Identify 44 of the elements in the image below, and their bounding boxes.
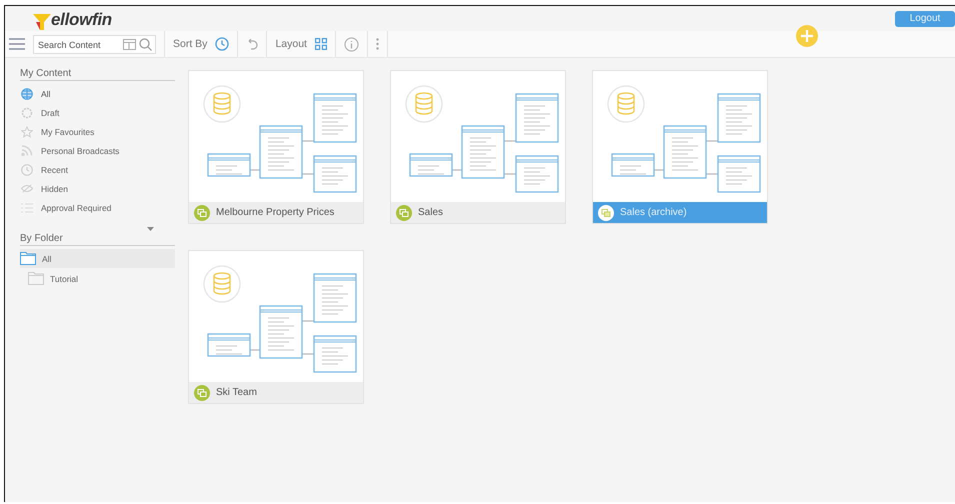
clock-icon — [21, 164, 33, 176]
clock-icon[interactable] — [215, 37, 230, 51]
sort-by-button[interactable]: Sort By — [173, 38, 208, 50]
report-icon — [396, 204, 412, 220]
report-icon — [194, 384, 210, 400]
sidebar-item[interactable]: Hidden — [20, 179, 175, 198]
folder-item[interactable]: Tutorial — [20, 269, 175, 288]
star-icon — [21, 126, 33, 138]
sidebar-item[interactable]: All — [20, 84, 175, 103]
logo-mark-icon — [33, 12, 51, 30]
section-heading: My Content — [20, 68, 175, 81]
folder-view-icon[interactable] — [123, 38, 136, 50]
add-button[interactable] — [796, 25, 818, 47]
report-card[interactable]: Ski Team — [188, 250, 364, 404]
search-icon[interactable] — [139, 38, 152, 50]
list-icon — [21, 202, 33, 212]
undo-icon[interactable] — [246, 38, 258, 50]
rss-icon — [21, 145, 33, 156]
sidebar-item[interactable]: Approval Required — [20, 198, 175, 217]
menu-icon[interactable] — [9, 38, 25, 50]
grid-icon[interactable] — [314, 38, 327, 50]
folder-icon — [28, 272, 44, 285]
info-icon[interactable] — [344, 36, 359, 52]
logo-text: ellowfin — [51, 10, 112, 30]
hidden-eye-icon — [21, 184, 33, 193]
report-card[interactable]: Sales — [390, 70, 566, 224]
report-card[interactable]: Melbourne Property Prices — [188, 70, 364, 224]
sidebar-item[interactable]: My Favourites — [20, 122, 175, 141]
layout-button[interactable]: Layout — [275, 38, 307, 50]
section-heading: By Folder — [20, 233, 175, 246]
sidebar-item[interactable]: Draft — [20, 103, 175, 122]
globe-icon — [21, 88, 33, 100]
caret-icon[interactable] — [147, 227, 154, 231]
report-icon — [194, 204, 210, 220]
folder-item[interactable]: All — [20, 249, 175, 268]
card-footer[interactable]: Sales — [391, 202, 565, 223]
card-footer[interactable]: Melbourne Property Prices — [189, 202, 363, 223]
report-icon — [598, 204, 614, 220]
sidebar-item[interactable]: Recent — [20, 160, 175, 179]
card-footer[interactable]: Ski Team — [189, 382, 363, 403]
folder-icon — [20, 252, 36, 265]
more-options-icon[interactable] — [376, 38, 379, 50]
sidebar-item[interactable]: Personal Broadcasts — [20, 141, 175, 160]
search-field[interactable]: Search Content — [33, 35, 156, 54]
